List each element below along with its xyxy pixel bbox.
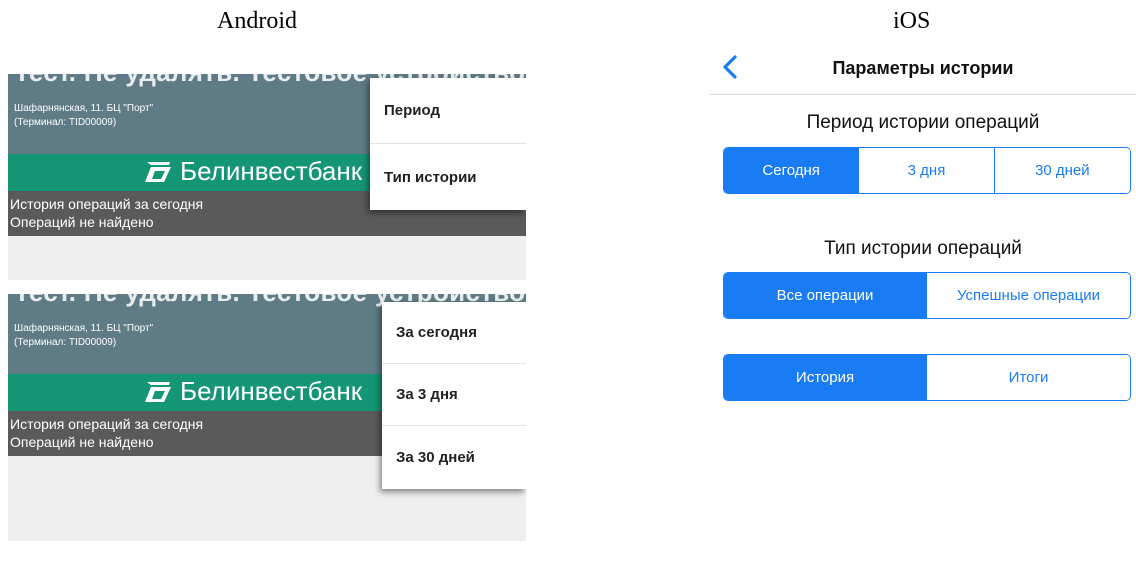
bank-logo-icon — [145, 161, 171, 182]
bank-logo-icon — [145, 381, 171, 402]
history-empty-message: Операций не найдено — [10, 434, 154, 450]
period-segmented-control: Сегодня 3 дня 30 дней — [723, 147, 1131, 194]
segment-totals[interactable]: Итоги — [927, 355, 1130, 400]
brand: Белинвестбанк — [144, 376, 362, 407]
segment-history[interactable]: История — [724, 355, 927, 400]
ios-nav-bar: Параметры истории — [710, 40, 1136, 95]
android-screen-main-menu: Тест. Не удалять. Тестовое устройство Ша… — [8, 74, 526, 280]
brand: Белинвестбанк — [144, 156, 362, 187]
history-summary: История операций за сегодня — [10, 196, 204, 212]
nav-title: Параметры истории — [832, 58, 1014, 78]
segment-successful-operations[interactable]: Успешные операции — [927, 273, 1130, 318]
address-line: Шафарнянская, 11. БЦ "Порт" — [14, 323, 154, 334]
terminal-line: (Терминал: TID00009) — [14, 337, 117, 348]
brand-name: Белинвестбанк — [180, 376, 363, 406]
android-screen-period-menu: Тест. Не удалять. Тестовое устройство Ша… — [8, 294, 526, 541]
menu-item-today[interactable]: За сегодня — [382, 302, 526, 364]
menu-item-3-days[interactable]: За 3 дня — [382, 364, 526, 426]
android-caption: Android — [217, 8, 297, 34]
segment-today[interactable]: Сегодня — [724, 148, 860, 193]
segment-all-operations[interactable]: Все операции — [724, 273, 927, 318]
history-empty-message: Операций не найдено — [10, 214, 154, 230]
android-address: Шафарнянская, 11. БЦ "Порт" (Терминал: T… — [14, 322, 153, 350]
period-section-title: Период истории операций — [806, 112, 1040, 133]
ios-screen-history-settings: Параметры истории Период истории операци… — [710, 40, 1136, 410]
ios-caption: iOS — [893, 8, 931, 34]
address-line: Шафарнянская, 11. БЦ "Порт" — [14, 103, 154, 114]
brand-name: Белинвестбанк — [180, 156, 363, 186]
view-segmented-control: История Итоги — [723, 354, 1131, 401]
type-segmented-control: Все операции Успешные операции — [723, 272, 1131, 319]
menu-item-history-type[interactable]: Тип истории — [370, 144, 526, 210]
android-address: Шафарнянская, 11. БЦ "Порт" (Терминал: T… — [14, 102, 153, 130]
segment-30-days[interactable]: 30 дней — [994, 148, 1130, 193]
options-menu: Период Тип истории — [370, 78, 526, 210]
terminal-line: (Терминал: TID00009) — [14, 117, 117, 128]
history-summary: История операций за сегодня — [10, 416, 204, 432]
segment-3-days[interactable]: 3 дня — [859, 148, 995, 193]
type-section-title: Тип истории операций — [824, 238, 1022, 259]
menu-item-30-days[interactable]: За 30 дней — [382, 426, 526, 488]
period-menu: За сегодня За 3 дня За 30 дней — [382, 302, 526, 489]
menu-item-period[interactable]: Период — [370, 78, 526, 144]
